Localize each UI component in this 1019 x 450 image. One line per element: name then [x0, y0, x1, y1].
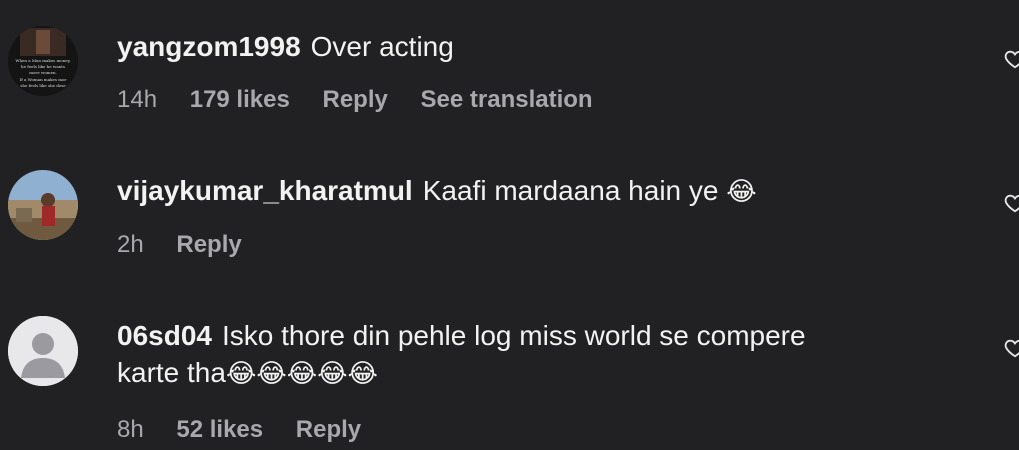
default-avatar-icon — [8, 316, 78, 386]
comment-text: Isko thore din pehle log miss world se c… — [221, 320, 806, 351]
reply-button[interactable]: Reply — [296, 416, 361, 443]
comment-text-line2: karte tha — [117, 357, 226, 388]
comment-body: yangzom1998 Over acting — [117, 28, 977, 65]
avatar-text-4: If a Woman makes mor — [20, 77, 67, 82]
heart-icon[interactable] — [1004, 192, 1019, 214]
avatar[interactable]: When a Man makes money, he feels like he… — [8, 26, 78, 96]
laughing-emoji: 😂 — [726, 176, 757, 206]
reply-button[interactable]: Reply — [322, 86, 387, 113]
reply-button[interactable]: Reply — [176, 231, 241, 258]
comment-time: 2h — [117, 231, 144, 258]
comment-username[interactable]: vijaykumar_kharatmul — [117, 175, 413, 206]
avatar-text-2: he feels like he wants — [21, 64, 65, 69]
comment-username[interactable]: 06sd04 — [117, 320, 212, 351]
comment-time: 14h — [117, 86, 158, 113]
avatar-image: When a Man makes money, he feels like he… — [8, 26, 78, 96]
avatar-text-1: When a Man makes money, — [15, 58, 70, 63]
heart-icon[interactable] — [1004, 48, 1019, 70]
avatar[interactable] — [8, 316, 78, 386]
comment-text: Kaafi mardaana hain ye — [422, 175, 719, 206]
heart-icon[interactable] — [1004, 337, 1019, 359]
avatar-image — [8, 170, 78, 240]
comment-body: 06sd04 Isko thore din pehle log miss worl… — [117, 317, 977, 391]
comment-meta: 8h 52 likes Reply — [117, 416, 387, 444]
comment-text: Over acting — [310, 31, 454, 62]
avatar-text-3: more women. — [29, 70, 57, 75]
avatar[interactable] — [8, 170, 78, 240]
comment-time: 8h — [117, 416, 144, 443]
comment-body: vijaykumar_kharatmul Kaafi mardaana hain … — [117, 172, 977, 209]
comment-meta: 2h Reply — [117, 231, 268, 259]
comment-likes[interactable]: 52 likes — [176, 416, 263, 443]
comment-likes[interactable]: 179 likes — [190, 86, 290, 113]
laughing-emoji: 😂😂😂😂😂 — [225, 358, 378, 388]
comment-username[interactable]: yangzom1998 — [117, 31, 301, 62]
comment-meta: 14h 179 likes Reply See translation — [117, 86, 619, 114]
avatar-text-5: she feels like she dese — [20, 83, 66, 88]
see-translation-button[interactable]: See translation — [421, 86, 593, 113]
